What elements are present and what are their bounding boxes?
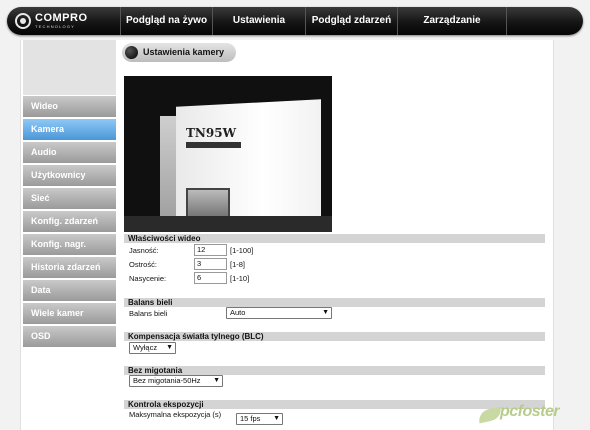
camera-box-label: TN95W [186, 126, 237, 140]
logo-subtitle: TECHNOLOGY [35, 24, 76, 29]
saturation-range: [1-10] [230, 274, 250, 283]
sidebar-item-event-history[interactable]: Historia zdarzeń [23, 257, 116, 278]
sidebar-header [23, 40, 116, 95]
blc-value: Wyłącz [133, 343, 158, 352]
sidebar-item-video[interactable]: Wideo [23, 96, 116, 117]
camera-preview: TN95W [124, 76, 332, 232]
chevron-down-icon: ▼ [322, 309, 329, 316]
cam-floor [124, 216, 332, 232]
flicker-select[interactable]: Bez migotania-50Hz ▼ [129, 375, 223, 387]
page-title-pill: Ustawienia kamery [122, 43, 236, 62]
flicker-value: Bez migotania-50Hz [133, 376, 201, 385]
nav-event-view[interactable]: Podgląd zdarzeń [305, 7, 397, 35]
sidebar-item-recording-config[interactable]: Konfig. nagr. [23, 234, 116, 255]
sidebar-item-camera[interactable]: Kamera [23, 119, 116, 140]
pcfoster-watermark: pcfoster [477, 403, 588, 425]
flicker-header: Bez migotania [124, 366, 545, 375]
top-navigation-bar: COMPRO TECHNOLOGY Podgląd na żywo Ustawi… [7, 7, 583, 35]
sidebar-item-date[interactable]: Data [23, 280, 116, 301]
sidebar-item-multi-camera[interactable]: Wiele kamer [23, 303, 116, 324]
white-balance-value: Auto [230, 308, 246, 317]
compro-logo-icon [15, 13, 31, 29]
compro-logo: COMPRO TECHNOLOGY [15, 12, 115, 30]
nav-settings[interactable]: Ustawienia [212, 7, 305, 35]
white-balance-label: Balans bieli [129, 309, 168, 318]
sidebar-item-users[interactable]: Użytkownicy [23, 165, 116, 186]
chevron-down-icon: ▼ [166, 344, 173, 351]
brightness-input[interactable]: 12 [194, 244, 227, 256]
blc-select[interactable]: Wyłącz ▼ [129, 342, 176, 354]
white-balance-select[interactable]: Auto ▼ [226, 307, 332, 319]
white-balance-header: Balans bieli [124, 298, 545, 307]
sidebar-item-osd[interactable]: OSD [23, 326, 116, 347]
logo-name: COMPRO [35, 12, 88, 24]
nav-divider [506, 7, 507, 35]
sharpness-range: [1-8] [230, 260, 246, 269]
nav-live-view[interactable]: Podgląd na żywo [120, 7, 212, 35]
sidebar: Wideo Kamera Audio Użytkownicy Sieć Konf… [23, 40, 116, 349]
video-properties-header: Właściwości wideo [124, 234, 545, 243]
main-nav: Podgląd na żywo Ustawienia Podgląd zdarz… [120, 7, 506, 35]
watermark-text: pcfoster [500, 403, 560, 420]
sidebar-item-audio[interactable]: Audio [23, 142, 116, 163]
brightness-label: Jasność: [129, 246, 159, 255]
sharpness-input[interactable]: 3 [194, 258, 227, 270]
chevron-down-icon: ▼ [273, 415, 280, 422]
brightness-range: [1-100] [230, 246, 254, 255]
max-exposure-select[interactable]: 15 fps ▼ [236, 413, 283, 425]
max-exposure-label: Maksymalna ekspozycja (s) [129, 410, 222, 419]
blc-header: Kompensacja światła tylnego (BLC) [124, 332, 545, 341]
nav-management[interactable]: Zarządzanie [397, 7, 506, 35]
cam-strip [186, 142, 241, 148]
sidebar-item-network[interactable]: Sieć [23, 188, 116, 209]
chevron-down-icon: ▼ [213, 377, 220, 384]
page-title: Ustawienia kamery [143, 47, 225, 57]
max-exposure-value: 15 fps [240, 414, 261, 423]
sidebar-item-event-config[interactable]: Konfig. zdarzeń [23, 211, 116, 232]
title-bullet-icon [125, 46, 138, 59]
saturation-input[interactable]: 6 [194, 272, 227, 284]
sharpness-label: Ostrość: [129, 260, 157, 269]
saturation-label: Nasycenie: [129, 274, 167, 283]
